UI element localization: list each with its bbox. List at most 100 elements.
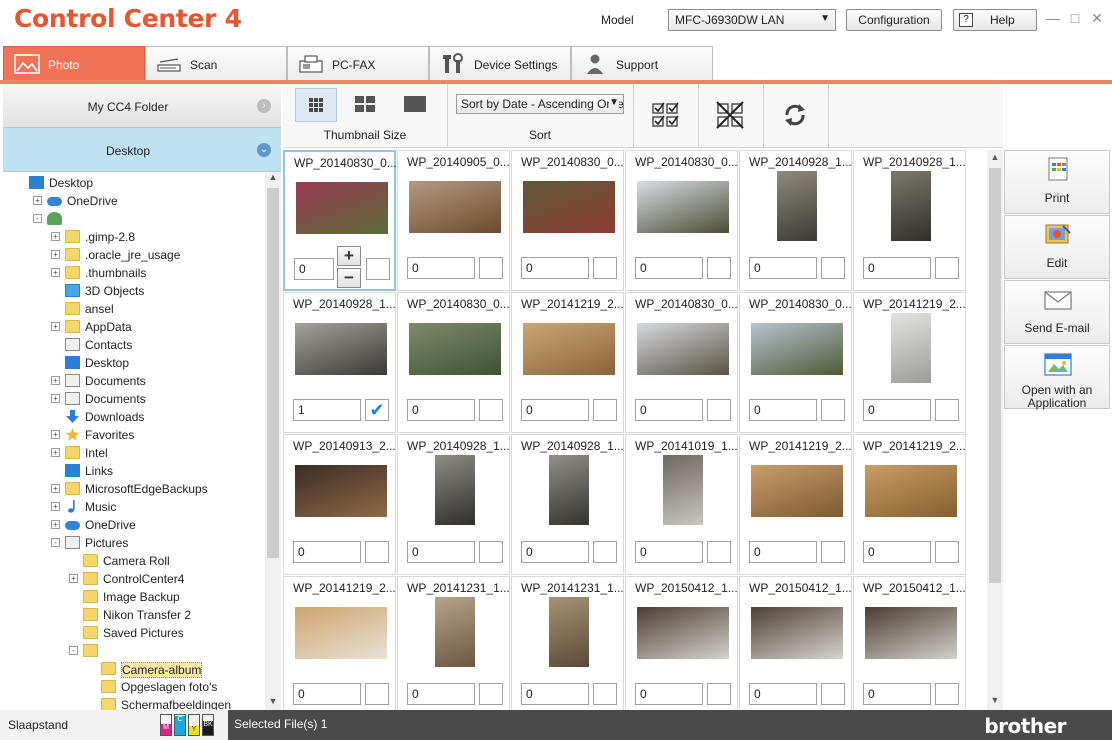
print-quantity-input[interactable]: 0 bbox=[635, 399, 703, 421]
photo-thumbnail[interactable] bbox=[294, 607, 387, 659]
thumbnail-large-button[interactable] bbox=[395, 88, 437, 122]
photo-thumbnail[interactable] bbox=[294, 323, 387, 375]
print-quantity-input[interactable]: 1 bbox=[293, 399, 361, 421]
scroll-down-icon[interactable]: ▼ bbox=[265, 696, 281, 710]
expand-icon[interactable]: + bbox=[51, 232, 60, 241]
print-button[interactable]: Print bbox=[1004, 150, 1110, 214]
photo-select-checkbox[interactable] bbox=[935, 683, 959, 705]
tab-support[interactable]: Support bbox=[571, 46, 713, 80]
thumbnail-medium-button[interactable] bbox=[345, 88, 387, 122]
tab-pc-fax[interactable]: PC-FAX bbox=[287, 46, 429, 80]
print-quantity-input[interactable]: 0 bbox=[293, 683, 361, 705]
photo-cell[interactable]: WP_20140830_0... 0 bbox=[625, 150, 738, 291]
print-quantity-input[interactable]: 0 bbox=[407, 683, 475, 705]
photo-select-checkbox[interactable] bbox=[707, 257, 731, 279]
photo-cell[interactable]: WP_20141219_2... 0 bbox=[853, 292, 966, 433]
print-quantity-input[interactable]: 0 bbox=[294, 258, 334, 280]
photo-thumbnail[interactable] bbox=[522, 181, 615, 233]
photo-select-checkbox[interactable] bbox=[707, 683, 731, 705]
expand-icon[interactable]: + bbox=[51, 268, 60, 277]
photo-cell[interactable]: WP_20140928_1... 0 bbox=[511, 434, 624, 575]
photo-cell[interactable]: WP_20140830_0... 0 bbox=[625, 292, 738, 433]
print-quantity-input[interactable]: 0 bbox=[863, 257, 931, 279]
expand-icon[interactable]: + bbox=[51, 376, 60, 385]
photo-select-checkbox[interactable] bbox=[366, 258, 390, 280]
print-quantity-input[interactable]: 0 bbox=[293, 541, 361, 563]
expand-icon[interactable]: + bbox=[51, 322, 60, 331]
desktop-folder-button[interactable]: Desktop ⌄ bbox=[3, 128, 281, 172]
photo-select-checkbox[interactable] bbox=[821, 257, 845, 279]
folder-tree-scrollbar[interactable]: ▲ ▼ bbox=[265, 172, 281, 710]
photo-cell[interactable]: WP_20141219_2... 0 bbox=[853, 434, 966, 575]
photo-thumbnail[interactable] bbox=[636, 181, 729, 233]
print-quantity-input[interactable]: 0 bbox=[521, 683, 589, 705]
print-quantity-input[interactable]: 0 bbox=[407, 257, 475, 279]
print-quantity-input[interactable]: 0 bbox=[863, 683, 931, 705]
photo-thumbnail[interactable] bbox=[636, 607, 729, 659]
print-quantity-input[interactable]: 0 bbox=[749, 683, 817, 705]
photo-select-checkbox[interactable] bbox=[935, 541, 959, 563]
expand-icon[interactable]: + bbox=[51, 250, 60, 259]
print-quantity-input[interactable]: 0 bbox=[521, 399, 589, 421]
photo-thumbnail[interactable] bbox=[434, 455, 475, 525]
scrollbar-thumb[interactable] bbox=[989, 168, 1001, 583]
print-quantity-input[interactable]: 0 bbox=[749, 399, 817, 421]
photo-select-checkbox[interactable] bbox=[593, 399, 617, 421]
photo-thumbnail[interactable] bbox=[295, 182, 388, 234]
scrollbar-thumb[interactable] bbox=[267, 188, 279, 558]
photo-cell[interactable]: WP_20140830_0... 0 bbox=[397, 292, 510, 433]
photo-select-checkbox[interactable] bbox=[479, 257, 503, 279]
photo-select-checkbox[interactable] bbox=[707, 399, 731, 421]
photo-thumbnail[interactable] bbox=[750, 607, 843, 659]
print-quantity-input[interactable]: 0 bbox=[635, 683, 703, 705]
photo-grid-scrollbar[interactable]: ▲ ▼ bbox=[987, 150, 1003, 710]
expand-icon[interactable]: + bbox=[51, 520, 60, 529]
expand-icon[interactable]: + bbox=[51, 502, 60, 511]
photo-cell[interactable]: WP_20141019_1... 0 bbox=[625, 434, 738, 575]
quantity-increase-button[interactable]: + bbox=[337, 246, 361, 266]
collapse-icon[interactable]: - bbox=[69, 646, 78, 655]
photo-cell[interactable]: WP_20140928_1... 0 bbox=[739, 150, 852, 291]
expand-icon[interactable]: + bbox=[51, 394, 60, 403]
photo-thumbnail[interactable] bbox=[408, 323, 501, 375]
expand-icon[interactable]: + bbox=[69, 574, 78, 583]
photo-select-checkbox[interactable] bbox=[365, 541, 389, 563]
photo-thumbnail[interactable] bbox=[294, 465, 387, 517]
print-quantity-input[interactable]: 0 bbox=[635, 541, 703, 563]
photo-thumbnail[interactable] bbox=[890, 171, 931, 241]
photo-select-checkbox[interactable] bbox=[593, 257, 617, 279]
photo-cell[interactable]: WP_20141219_2... 0 bbox=[283, 576, 396, 717]
quantity-decrease-button[interactable]: − bbox=[337, 268, 361, 288]
photo-select-checkbox[interactable] bbox=[821, 683, 845, 705]
photo-select-checkbox[interactable] bbox=[365, 683, 389, 705]
print-quantity-input[interactable]: 0 bbox=[407, 541, 475, 563]
photo-thumbnail[interactable] bbox=[890, 313, 931, 383]
photo-select-checkbox[interactable] bbox=[479, 683, 503, 705]
print-quantity-input[interactable]: 0 bbox=[521, 257, 589, 279]
print-quantity-input[interactable]: 0 bbox=[863, 399, 931, 421]
model-select[interactable]: MFC-J6930DW LAN ▼ bbox=[668, 9, 836, 31]
photo-thumbnail[interactable] bbox=[522, 323, 615, 375]
scroll-down-icon[interactable]: ▼ bbox=[987, 695, 1003, 709]
photo-select-checkbox[interactable] bbox=[593, 541, 617, 563]
photo-cell[interactable]: WP_20150412_1... 0 bbox=[853, 576, 966, 717]
close-icon[interactable]: ✕ bbox=[1089, 10, 1105, 26]
photo-cell[interactable]: WP_20140905_0... 0 bbox=[397, 150, 510, 291]
photo-cell[interactable]: WP_20141231_1... 0 bbox=[511, 576, 624, 717]
maximize-icon[interactable]: □ bbox=[1067, 10, 1083, 26]
photo-thumbnail[interactable] bbox=[662, 455, 703, 525]
photo-select-checkbox[interactable] bbox=[935, 257, 959, 279]
photo-cell[interactable]: WP_20140830_0... 0 bbox=[511, 150, 624, 291]
photo-thumbnail[interactable] bbox=[548, 455, 589, 525]
print-quantity-input[interactable]: 0 bbox=[749, 541, 817, 563]
photo-thumbnail[interactable] bbox=[864, 607, 957, 659]
scroll-up-icon[interactable]: ▲ bbox=[987, 152, 1003, 166]
photo-cell[interactable]: WP_20150412_1... 0 bbox=[625, 576, 738, 717]
tab-photo[interactable]: Photo bbox=[3, 46, 145, 80]
photo-select-checkbox[interactable] bbox=[593, 683, 617, 705]
photo-thumbnail[interactable] bbox=[864, 465, 957, 517]
tab-scan[interactable]: Scan bbox=[145, 46, 287, 80]
print-quantity-input[interactable]: 0 bbox=[749, 257, 817, 279]
expand-icon[interactable]: + bbox=[51, 430, 60, 439]
photo-select-checkbox[interactable] bbox=[821, 541, 845, 563]
